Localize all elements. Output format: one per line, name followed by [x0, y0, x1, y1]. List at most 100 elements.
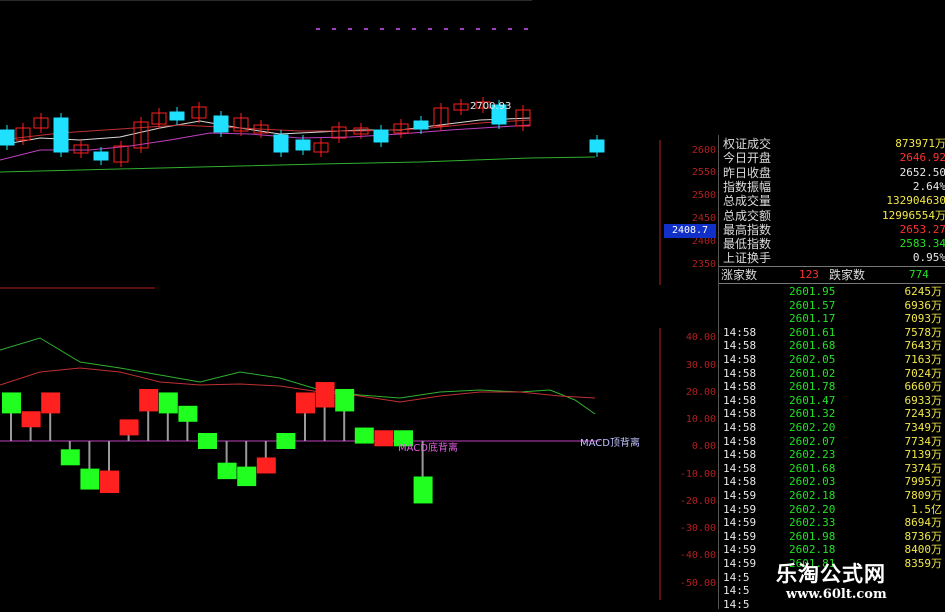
quote-label: 总成交额	[723, 208, 772, 223]
indicator-bar	[2, 392, 21, 414]
quote-row: 今日开盘 2646.92	[719, 151, 945, 165]
advance-decline-row: 涨家数 123 跌家数 774	[719, 268, 945, 282]
quote-label: 最高指数	[723, 222, 772, 237]
quote-row: 最高指数 2653.27	[719, 223, 945, 237]
tick-price: 2601.57	[789, 298, 836, 312]
tick-time: 14:58	[723, 393, 757, 407]
tick-time: 14:58	[723, 353, 757, 366]
quote-value: 12996554万	[882, 208, 945, 222]
tick-volume: 7024万	[904, 366, 943, 380]
tick-time: 14:59	[723, 557, 757, 570]
quote-label: 上证换手	[723, 251, 772, 266]
quote-value: 2.64%	[912, 179, 945, 193]
quote-label: 总成交量	[723, 194, 772, 209]
tick-row: 14:58 2601.32 7243万	[719, 407, 945, 421]
quote-row: 昨日收盘 2652.50	[719, 166, 945, 180]
quote-value: 2583.34	[899, 237, 945, 251]
tick-time: 14:59	[723, 489, 757, 502]
tick-price: 2601.61	[789, 325, 836, 339]
quote-panel: 权证成交 873971万 今日开盘 2646.92 昨日收盘 2652.50 指数振幅 2.6…	[718, 135, 945, 611]
indicator-bar	[139, 388, 159, 412]
tick-price: 2601.32	[789, 407, 836, 421]
indicator-bar	[158, 392, 178, 414]
tick-price: 2602.18	[789, 543, 836, 557]
indicator-bar	[237, 466, 257, 487]
tick-time: 14:58	[723, 434, 757, 448]
tick-price: 2601.02	[789, 366, 836, 380]
indicator-bar	[256, 457, 276, 474]
tick-time: 14:5	[723, 597, 750, 611]
indicator-bar	[354, 427, 374, 444]
indicator-axis-label: 0.00	[691, 441, 716, 452]
tick-volume: 8400万	[904, 543, 943, 557]
quote-row: 总成交量 132904630	[719, 194, 945, 208]
indicator-bar	[374, 430, 394, 447]
tick-price: 2601.17	[789, 312, 836, 326]
quote-value: 873971万	[895, 137, 945, 150]
quote-value: 2653.27	[899, 222, 945, 236]
tick-price: 2601.78	[789, 380, 836, 394]
tick-row: 14:58 2602.23 7139万	[719, 448, 945, 462]
indicator-bar	[198, 433, 217, 449]
indicator-bar	[41, 392, 61, 414]
indicator-bar	[296, 392, 315, 414]
tick-time: 14:58	[723, 407, 757, 421]
tick-price: 2602.33	[789, 516, 836, 530]
quote-value: 132904630	[886, 194, 945, 208]
tick-row: 14:58 2602.07 7734万	[719, 435, 945, 449]
quote-row: 总成交额 12996554万	[719, 209, 945, 223]
indicator-axis-label: 30.00	[685, 360, 716, 371]
indicator-bar	[119, 419, 139, 436]
tick-time: 14:58	[723, 475, 757, 489]
tick-time: 14:58	[723, 325, 757, 339]
indicator-axis-label: -30.00	[679, 523, 716, 534]
price-axis-label: 2600	[691, 145, 716, 156]
current-price-marker: 2408.7	[664, 224, 716, 238]
tick-row: 14:58 2601.78 6660万	[719, 380, 945, 394]
tick-time: 14:59	[723, 529, 757, 543]
tick-volume: 7578万	[904, 325, 943, 339]
tick-volume: 6245万	[904, 285, 943, 298]
indicator-chart	[0, 328, 661, 600]
tick-price: 2602.07	[789, 434, 836, 448]
quote-row: 最低指数 2583.34	[719, 237, 945, 251]
indicator-bar	[60, 449, 80, 466]
watermark-url: www.60lt.com	[786, 587, 887, 602]
tick-time: 14:59	[723, 502, 757, 516]
tick-price: 2602.18	[789, 489, 836, 502]
quote-label: 权证成交	[723, 137, 772, 151]
tick-volume: 6936万	[904, 298, 943, 312]
site-watermark: 乐淘公式网 www.60lt.com	[776, 558, 936, 606]
indicator-bar	[80, 468, 100, 490]
divider	[719, 283, 945, 284]
tick-volume: 7139万	[904, 448, 943, 462]
tick-volume: 6660万	[904, 380, 943, 394]
price-axis-label: 2350	[691, 259, 716, 270]
tick-row: 14:58 2601.68 7374万	[719, 462, 945, 476]
tick-row: 14:59 2602.20 1.5亿	[719, 503, 945, 517]
indicator-bar	[335, 388, 355, 412]
quote-value: 0.95%	[912, 251, 945, 265]
watermark-name: 乐淘公式网	[776, 562, 886, 586]
tick-volume: 7093万	[904, 312, 943, 326]
quote-row: 权证成交 873971万	[719, 137, 945, 151]
tick-volume: 1.5亿	[911, 502, 942, 516]
tick-price: 2601.47	[789, 393, 836, 407]
tick-volume: 7163万	[904, 353, 943, 366]
advance-label: 涨家数	[721, 268, 758, 282]
tick-volume: 7243万	[904, 407, 943, 421]
indicator-bar	[21, 411, 41, 428]
indicator-axis-label: 20.00	[685, 387, 716, 398]
quote-row: 指数振幅 2.64%	[719, 180, 945, 194]
tick-row: 14:58 2601.68 7643万	[719, 339, 945, 353]
tick-price: 2602.20	[789, 502, 836, 516]
tick-price: 2602.20	[789, 421, 836, 434]
quote-label: 今日开盘	[723, 151, 772, 166]
tick-price: 2602.05	[789, 353, 836, 366]
quote-row: 上证换手 0.95%	[719, 251, 945, 265]
tick-time: 14:59	[723, 543, 757, 557]
tick-price: 2602.03	[789, 475, 836, 489]
indicator-bar	[217, 462, 237, 480]
advance-value: 123	[799, 268, 819, 281]
tick-row: 14:58 2602.05 7163万	[719, 353, 945, 367]
